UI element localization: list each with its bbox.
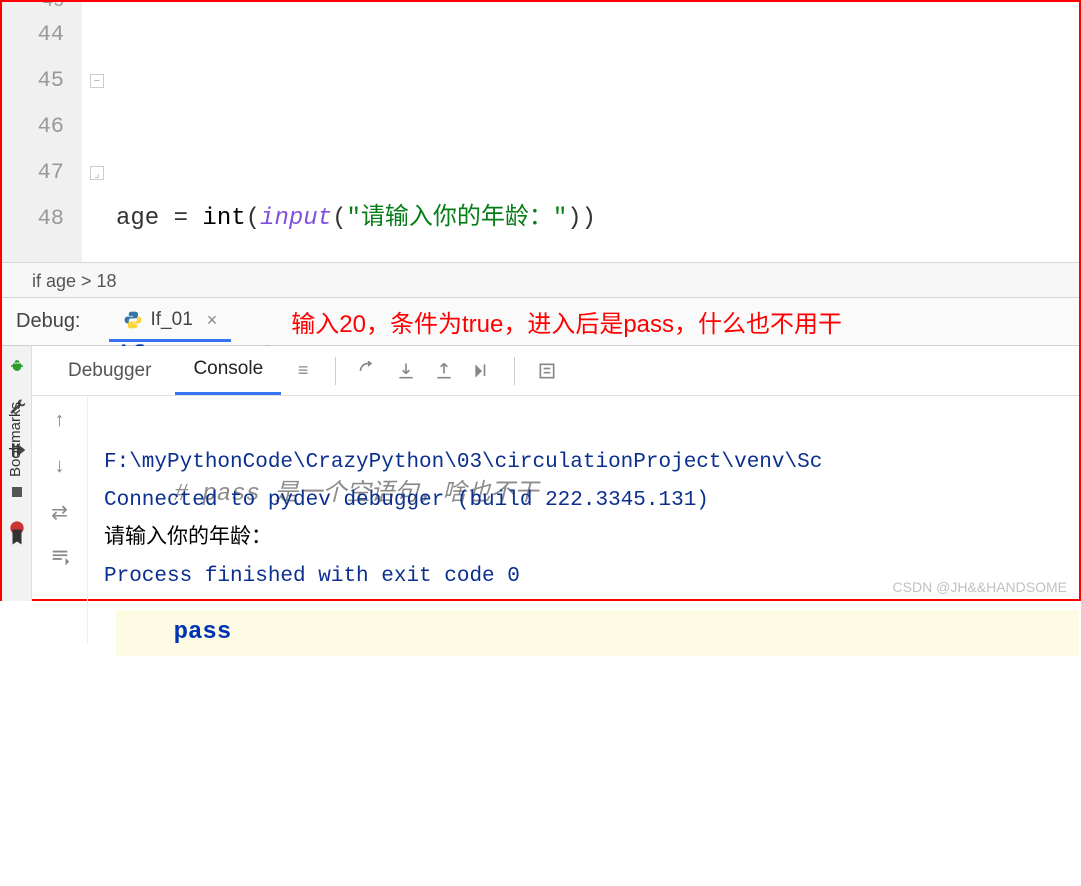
evaluate-icon[interactable] bbox=[531, 355, 563, 387]
run-to-cursor-icon[interactable] bbox=[466, 355, 498, 387]
tab-debugger[interactable]: Debugger bbox=[50, 348, 169, 394]
stop-icon[interactable] bbox=[7, 482, 27, 502]
down-arrow-icon[interactable]: ↓ bbox=[46, 452, 74, 480]
console-output[interactable]: F:\myPythonCode\CrazyPython\03\circulati… bbox=[88, 396, 1079, 644]
line-number-gutter: 43 44 45 46 47 48 bbox=[2, 2, 82, 262]
bookmarks-tab[interactable]: Bookmarks bbox=[7, 402, 24, 477]
tab-label: If_01 bbox=[151, 309, 193, 331]
line-number: 47 bbox=[2, 150, 64, 196]
fold-start-icon[interactable]: − bbox=[90, 74, 104, 88]
fold-margin: − ⌟ bbox=[82, 2, 116, 262]
close-icon[interactable]: × bbox=[207, 310, 218, 331]
threads-icon[interactable]: ≡ bbox=[287, 355, 319, 387]
step-into-icon[interactable] bbox=[390, 355, 422, 387]
up-arrow-icon[interactable]: ↑ bbox=[46, 406, 74, 434]
code-content[interactable]: age = int(input("请输入你的年龄：")) if age > 18… bbox=[116, 2, 1079, 262]
scroll-end-icon[interactable] bbox=[46, 544, 74, 572]
console-line: 请输入你的年龄： bbox=[104, 527, 272, 550]
fold-end-icon[interactable]: ⌟ bbox=[90, 166, 104, 180]
console-line: Process finished with exit code 0 bbox=[104, 565, 520, 588]
code-editor[interactable]: 43 44 45 46 47 48 − ⌟ age = int(input("请… bbox=[2, 2, 1079, 262]
line-number: 43 bbox=[2, 2, 64, 12]
annotation-text: 输入20，条件为true，进入后是pass，什么也不用干 bbox=[291, 304, 842, 339]
wrap-icon[interactable]: ⇄ bbox=[46, 498, 74, 526]
console-line: F:\myPythonCode\CrazyPython\03\circulati… bbox=[104, 451, 822, 474]
step-over-icon[interactable] bbox=[352, 355, 384, 387]
line-number: 48 bbox=[2, 196, 64, 242]
step-out-icon[interactable] bbox=[428, 355, 460, 387]
python-icon bbox=[123, 310, 143, 330]
bug-icon[interactable] bbox=[7, 356, 27, 376]
line-number: 45 bbox=[2, 58, 64, 104]
tab-console[interactable]: Console bbox=[175, 346, 281, 395]
debug-run-tab[interactable]: If_01 × bbox=[109, 301, 232, 342]
debug-tabs-toolbar: Debugger Console ≡ bbox=[32, 346, 1079, 396]
line-number: 44 bbox=[2, 12, 64, 58]
bookmark-icon[interactable] bbox=[8, 528, 26, 546]
console-toolbar: ↑ ↓ ⇄ bbox=[32, 396, 88, 644]
code-line bbox=[116, 748, 1079, 794]
code-line: age = int(input("请输入你的年龄：")) bbox=[116, 196, 1079, 242]
watermark: CSDN @JH&&HANDSOME bbox=[893, 579, 1067, 595]
debug-title: Debug: bbox=[16, 310, 81, 333]
console-line: Connected to pydev debugger (build 222.3… bbox=[104, 489, 709, 512]
line-number: 46 bbox=[2, 104, 64, 150]
